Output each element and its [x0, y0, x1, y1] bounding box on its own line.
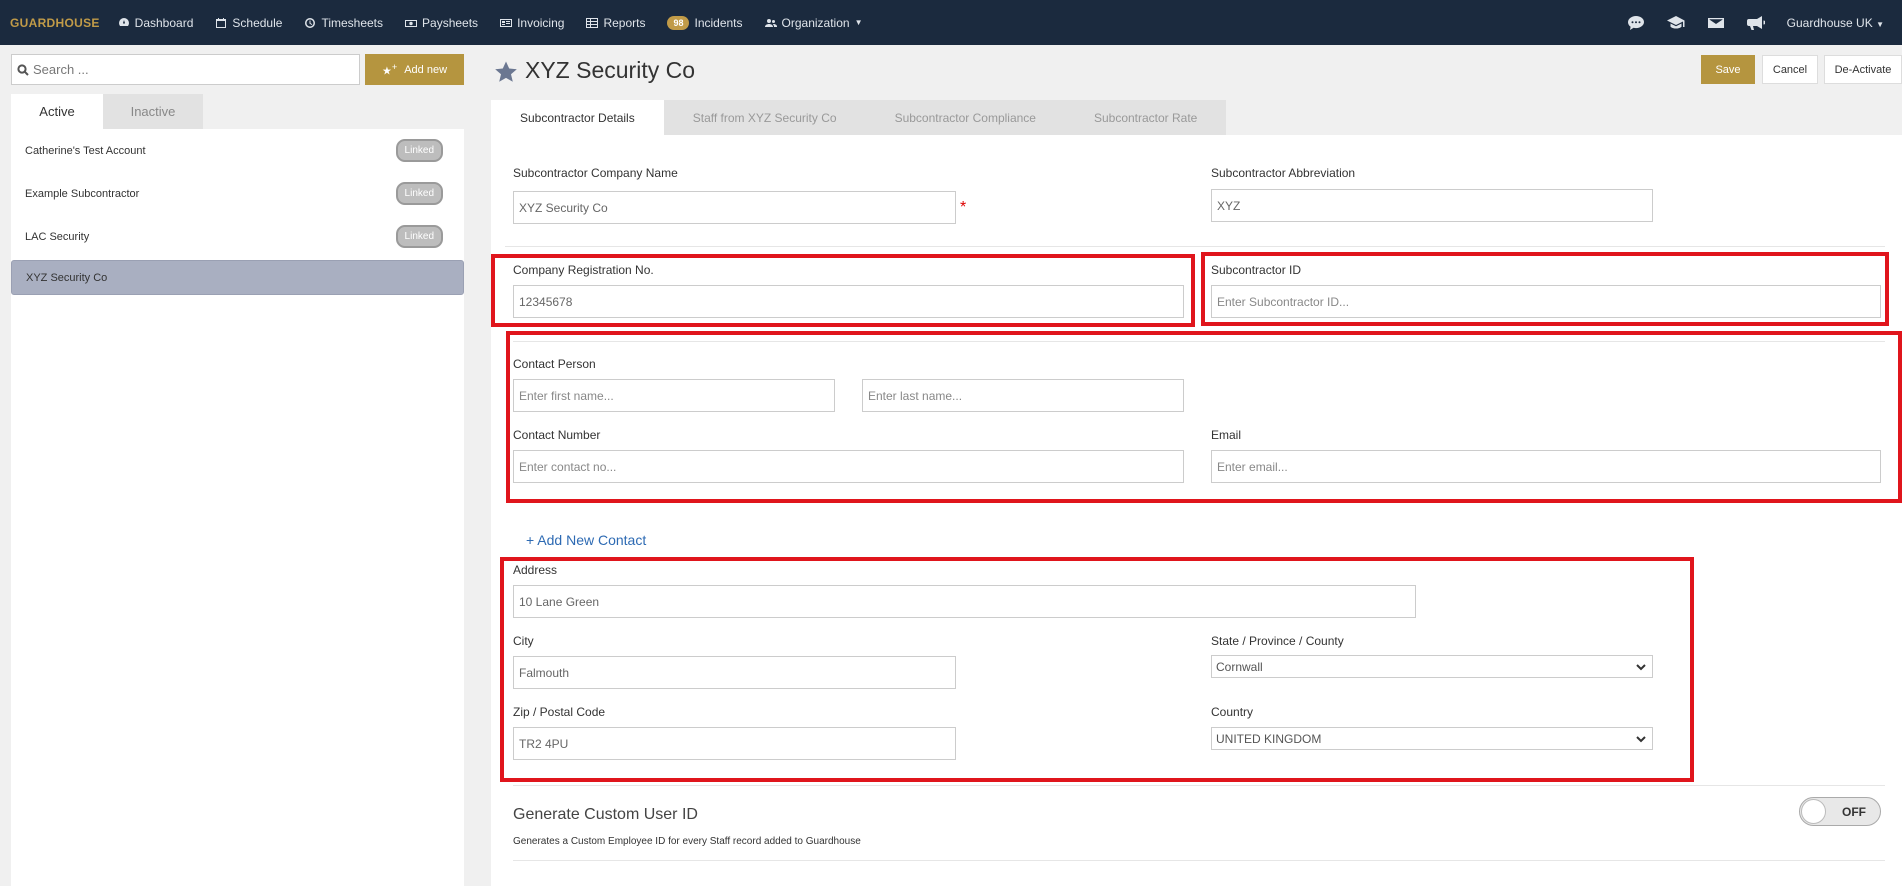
chevron-down-icon: ▼: [1876, 19, 1884, 29]
toggle-knob: [1801, 799, 1826, 824]
dashboard-icon: [118, 17, 129, 26]
divider: [505, 246, 1885, 247]
mail-icon: [1707, 17, 1724, 28]
last-name-input[interactable]: [862, 379, 1184, 412]
custom-id-description: Generates a Custom Employee ID for every…: [513, 836, 861, 847]
page-title: XYZ Security Co: [525, 57, 695, 83]
state-select[interactable]: Cornwall: [1211, 655, 1653, 678]
star-plus-icon: ★+: [381, 61, 398, 78]
chat-button[interactable]: [1627, 15, 1645, 31]
company-name-label: Subcontractor Company Name: [513, 166, 678, 180]
nav-incidents[interactable]: 98 Incidents: [667, 15, 743, 30]
nav-reports[interactable]: Reports: [586, 16, 645, 30]
nav-schedule[interactable]: Schedule: [215, 16, 282, 30]
calendar-icon: [216, 17, 227, 28]
zip-label: Zip / Postal Code: [513, 705, 606, 719]
tab-staff[interactable]: Staff from XYZ Security Co: [663, 100, 866, 135]
first-name-input[interactable]: [513, 379, 835, 412]
state-label: State / Province / County: [1211, 634, 1344, 648]
add-new-contact-link[interactable]: + Add New Contact: [526, 532, 646, 548]
linked-badge: Linked: [395, 225, 443, 248]
detail-tabs: Subcontractor Details Staff from XYZ Sec…: [491, 100, 1227, 135]
chevron-down-icon: [1636, 736, 1646, 743]
cancel-button[interactable]: Cancel: [1762, 55, 1818, 84]
linked-badge: Linked: [395, 182, 443, 205]
registration-label: Company Registration No.: [513, 263, 654, 277]
email-label: Email: [1211, 428, 1242, 442]
nav-dashboard[interactable]: Dashboard: [118, 16, 193, 30]
top-navbar: GUARDHOUSE Dashboard Schedule Timesheets…: [0, 0, 1902, 45]
contact-person-label: Contact Person: [513, 357, 596, 371]
tab-subcontractor-details[interactable]: Subcontractor Details: [491, 100, 664, 135]
list-item[interactable]: Example Subcontractor Linked: [11, 172, 464, 215]
save-button[interactable]: Save: [1701, 55, 1755, 84]
chat-icon: [1627, 15, 1644, 30]
city-label: City: [513, 634, 534, 648]
zip-input[interactable]: [513, 727, 956, 760]
contact-number-label: Contact Number: [513, 428, 601, 442]
tab-active[interactable]: Active: [11, 94, 103, 129]
search-box: [11, 54, 360, 85]
graduation-cap-icon: [1666, 15, 1685, 28]
invoice-icon: [500, 18, 513, 27]
mail-button[interactable]: [1707, 15, 1725, 31]
company-name-input[interactable]: [513, 191, 956, 224]
divider: [513, 341, 1885, 342]
list-item[interactable]: LAC Security Linked: [11, 215, 464, 258]
nav-invoicing[interactable]: Invoicing: [500, 16, 564, 30]
tab-rate[interactable]: Subcontractor Rate: [1064, 100, 1227, 135]
deactivate-button[interactable]: De-Activate: [1824, 55, 1902, 84]
registration-input[interactable]: [513, 285, 1184, 318]
country-label: Country: [1211, 705, 1254, 719]
megaphone-icon: [1746, 15, 1765, 30]
email-input[interactable]: [1211, 450, 1881, 483]
nav-paysheets[interactable]: Paysheets: [405, 16, 478, 30]
subcontractor-list: Catherine's Test Account Linked Example …: [11, 129, 464, 886]
city-input[interactable]: [513, 656, 956, 689]
chevron-down-icon: [1636, 664, 1646, 671]
abbreviation-label: Subcontractor Abbreviation: [1211, 166, 1356, 180]
chevron-down-icon: ▼: [854, 18, 863, 27]
list-item[interactable]: Catherine's Test Account Linked: [11, 129, 464, 172]
list-item-selected[interactable]: XYZ Security Co: [11, 260, 464, 295]
nav-timesheets[interactable]: Timesheets: [304, 16, 383, 30]
incidents-badge: 98: [667, 15, 690, 30]
user-menu[interactable]: Guardhouse UK ▼: [1787, 16, 1884, 30]
star-icon[interactable]: [494, 60, 518, 84]
tab-compliance[interactable]: Subcontractor Compliance: [865, 100, 1065, 135]
announcements-button[interactable]: [1746, 15, 1765, 31]
table-icon: [586, 17, 599, 28]
users-icon: [764, 18, 777, 27]
subcontractor-id-input[interactable]: [1211, 285, 1881, 318]
divider: [513, 860, 1885, 861]
abbreviation-input[interactable]: [1211, 189, 1653, 222]
add-new-button[interactable]: ★+ Add new: [365, 54, 464, 85]
nav-organization[interactable]: Organization ▼: [764, 16, 863, 30]
linked-badge: Linked: [395, 139, 443, 162]
custom-id-toggle[interactable]: OFF: [1799, 797, 1881, 826]
search-input[interactable]: [33, 62, 333, 77]
training-button[interactable]: [1666, 15, 1685, 31]
clock-icon: [305, 17, 316, 28]
status-tabs: Active Inactive: [11, 94, 203, 129]
divider: [513, 785, 1885, 786]
custom-id-title: Generate Custom User ID: [513, 806, 698, 823]
required-marker: *: [960, 199, 967, 216]
details-panel: [491, 135, 1902, 886]
subcontractor-id-label: Subcontractor ID: [1211, 263, 1302, 277]
money-icon: [405, 19, 418, 27]
contact-number-input[interactable]: [513, 450, 1184, 483]
address-label: Address: [513, 563, 558, 577]
brand-logo[interactable]: GUARDHOUSE: [10, 16, 100, 30]
country-select[interactable]: UNITED KINGDOM: [1211, 727, 1653, 750]
address-input[interactable]: [513, 585, 1416, 618]
search-icon: [17, 63, 29, 76]
tab-inactive[interactable]: Inactive: [103, 94, 203, 129]
